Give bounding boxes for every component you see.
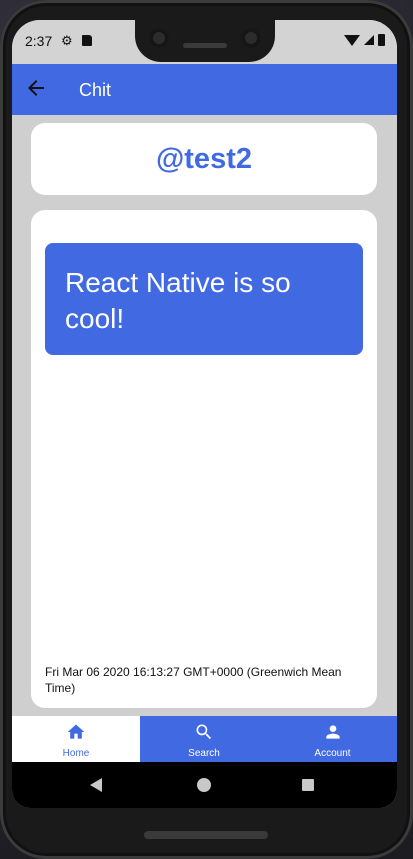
sd-card-icon [82, 35, 92, 46]
tab-account-label: Account [314, 748, 351, 759]
bottom-navigation: Home Search Account [12, 716, 397, 762]
app-screen: 2:37 ⚙ Chit @test2 React Native is so co… [12, 20, 397, 808]
status-time: 2:37 [25, 33, 53, 49]
system-home-icon[interactable] [197, 778, 211, 792]
settings-icon: ⚙ [61, 33, 73, 48]
earpiece-speaker [183, 43, 227, 48]
tab-search-label: Search [188, 748, 220, 759]
chit-message-text: React Native is so cool! [65, 267, 291, 334]
system-recents-icon[interactable] [302, 779, 314, 791]
home-icon [67, 724, 85, 739]
tab-home[interactable]: Home [12, 716, 140, 762]
search-icon [196, 724, 212, 740]
device-scene: 2:37 ⚙ Chit @test2 React Native is so co… [0, 0, 413, 859]
wifi-icon [344, 34, 360, 46]
front-camera-icon [241, 28, 261, 48]
status-indicators [344, 34, 385, 46]
battery-icon [378, 34, 385, 46]
system-back-icon[interactable] [90, 778, 102, 792]
signal-icon [364, 35, 374, 45]
account-icon [325, 725, 340, 739]
front-camera-icon [149, 28, 169, 48]
camera-notch [135, 20, 275, 62]
arrow-left-icon[interactable] [24, 76, 48, 100]
header-title: Chit [79, 80, 112, 100]
tab-account[interactable]: Account [268, 716, 397, 762]
tab-home-label: Home [62, 748, 90, 759]
chit-card: React Native is so cool! Fri Mar 06 2020… [31, 210, 377, 708]
system-navigation-bar [12, 762, 397, 808]
bottom-speaker-grille [144, 831, 268, 839]
app-header: Chit [12, 64, 397, 115]
chit-timestamp: Fri Mar 06 2020 16:13:27 GMT+0000 (Green… [45, 665, 342, 695]
chit-message-bubble: React Native is so cool! [45, 243, 363, 355]
tab-search[interactable]: Search [140, 716, 268, 762]
username-label: @test2 [156, 142, 252, 175]
username-card: @test2 [31, 123, 377, 195]
